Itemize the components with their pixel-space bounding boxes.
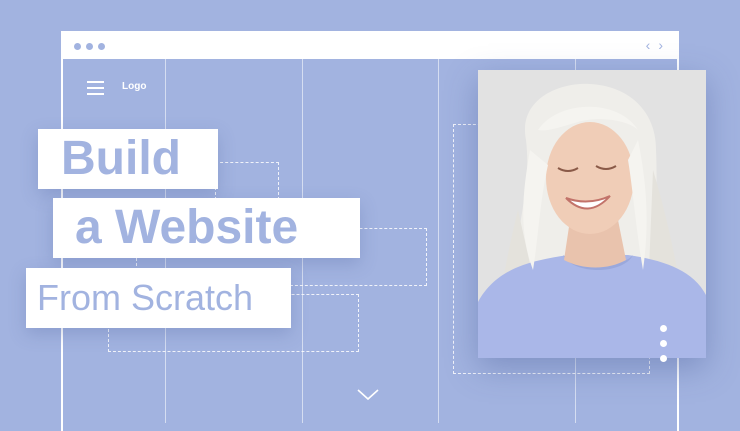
window-dot[interactable]: [98, 43, 105, 50]
chevron-down-icon[interactable]: [357, 388, 379, 406]
grid-line: [438, 58, 439, 423]
portrait-image: [478, 70, 706, 358]
hero-subtitle-text: From Scratch: [37, 277, 254, 318]
hero-title-text: a Website: [75, 201, 299, 254]
chevron-right-icon[interactable]: ›: [658, 38, 663, 52]
hero-title-line-1: Build: [38, 129, 218, 189]
placeholder-block: [215, 162, 279, 200]
hero-photo: [478, 70, 706, 358]
window-controls: [74, 43, 105, 50]
hero-title-text: Build: [61, 132, 181, 185]
hero-title-line-2: a Website: [53, 198, 360, 258]
chevron-left-icon[interactable]: ‹: [646, 38, 651, 52]
carousel-dot[interactable]: [660, 355, 667, 362]
site-logo[interactable]: Logo: [122, 81, 146, 92]
browser-title-bar: ‹ ›: [63, 33, 677, 59]
window-dot[interactable]: [86, 43, 93, 50]
window-dot[interactable]: [74, 43, 81, 50]
carousel-dots: [660, 325, 667, 362]
carousel-dot[interactable]: [660, 325, 667, 332]
carousel-dot[interactable]: [660, 340, 667, 347]
hero-title-line-3: From Scratch: [26, 268, 291, 328]
browser-nav: ‹ ›: [646, 38, 663, 52]
hamburger-icon[interactable]: [87, 81, 104, 95]
